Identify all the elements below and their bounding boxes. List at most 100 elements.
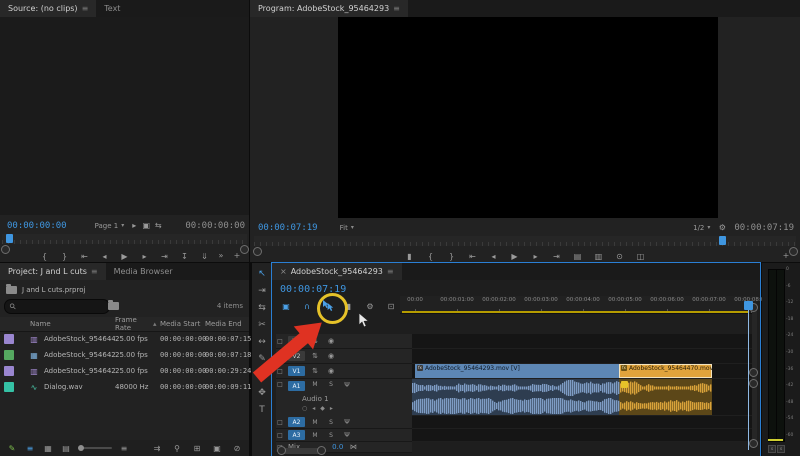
slip-tool[interactable]: ↔ [255, 337, 269, 347]
label-color-swatch[interactable] [4, 382, 14, 392]
panel-menu-icon[interactable]: ≡ [387, 267, 394, 276]
playback-resolution-select[interactable]: 1/2 [693, 224, 704, 232]
voiceover-record-icon[interactable]: Ψ [341, 431, 353, 439]
audio-meters-panel[interactable]: 0-6-12-18-24-30-36-42-48-54-60 s s [762, 263, 800, 456]
timeline-playhead[interactable] [744, 301, 753, 310]
tab-media-browser[interactable]: Media Browser [106, 263, 181, 280]
page-selector[interactable]: Page 1 [95, 222, 119, 230]
track-lock-icon[interactable]: □ [276, 338, 284, 345]
step-forward-button[interactable]: ▸ [530, 252, 542, 261]
track-badge[interactable]: A2 [288, 417, 305, 427]
label-color-swatch[interactable] [4, 350, 14, 360]
extract-button[interactable]: ▥ [593, 252, 605, 261]
lift-button[interactable]: ▤ [572, 252, 584, 261]
go-to-out-button[interactable]: ⇥ [551, 252, 563, 261]
chevron-down-icon[interactable]: ▾ [707, 224, 710, 231]
video-clip-2-selected[interactable]: fx AdobeStock_95464470.mov [V] [619, 364, 712, 378]
tab-program[interactable]: Program: AdobeStock_95464293 ≡ [250, 0, 408, 17]
zoom-slider-handle[interactable] [78, 445, 84, 451]
track-output-eye-icon[interactable]: ◉ [325, 337, 337, 345]
program-playhead[interactable] [719, 236, 726, 245]
label-color-swatch[interactable] [4, 334, 14, 344]
tab-project[interactable]: Project: J and L cuts ≡ [0, 263, 106, 280]
hscroll-handle-right[interactable] [317, 446, 326, 455]
mark-out-button[interactable]: } [59, 252, 71, 261]
tab-source[interactable]: Source: (no clips) ≡ [0, 0, 96, 17]
mute-button[interactable]: M [309, 381, 321, 388]
timeline-settings-wrench-button[interactable]: ⚙ [364, 302, 376, 311]
track-badge[interactable]: V1 [288, 366, 305, 376]
button-editor-add[interactable]: + [231, 251, 243, 260]
vscroll-handle-mid2[interactable] [749, 379, 758, 388]
source-ruler[interactable] [2, 234, 247, 244]
project-row[interactable]: ▥AdobeStock_95464293.mov25.00 fps00:00:0… [0, 363, 249, 379]
clear-button[interactable]: ⊘ [231, 444, 243, 453]
track-output-eye-icon[interactable]: ◉ [325, 352, 337, 360]
column-name[interactable]: Name [30, 320, 115, 328]
program-timecode-current[interactable]: 00:00:07:19 [258, 223, 318, 233]
chevron-down-icon[interactable]: ▾ [351, 224, 354, 231]
mute-button[interactable]: M [309, 432, 321, 439]
track-lock-icon[interactable]: □ [276, 419, 284, 426]
audio-clip-waveform-right[interactable] [412, 397, 712, 415]
add-marker-button[interactable]: ▮ [404, 252, 416, 261]
mark-out-button[interactable]: } [446, 252, 458, 261]
prev-keyframe-icon[interactable]: ◂ [312, 405, 315, 412]
audio-track-name[interactable]: Audio 1 [302, 395, 329, 403]
hscroll-handle-left[interactable] [277, 446, 286, 455]
voiceover-record-icon[interactable]: Ψ [341, 418, 353, 426]
track-output-eye-icon[interactable]: ◉ [325, 367, 337, 375]
column-frame-rate[interactable]: Frame Rate [115, 316, 153, 332]
mix-volume-value[interactable]: 0.0 [332, 443, 343, 451]
vscroll-handle-bottom[interactable] [749, 439, 758, 448]
project-row[interactable]: ▦AdobeStock_9546429325.00 fps00:00:00:00… [0, 347, 249, 363]
mute-button[interactable]: M [309, 419, 321, 426]
hand-tool[interactable]: ✥ [255, 388, 269, 398]
solo-button[interactable]: S [325, 432, 337, 439]
label-color-swatch[interactable] [4, 366, 14, 376]
keyframe-toggle-icon[interactable]: ○ [302, 405, 307, 412]
track-badge[interactable]: A1 [288, 381, 305, 391]
comparison-view-button[interactable]: ◫ [635, 252, 647, 261]
voiceover-record-icon[interactable]: Ψ [341, 381, 353, 389]
page-grid-icon[interactable]: ▣ [140, 221, 152, 230]
audio-clip-waveform-left[interactable] [412, 379, 712, 397]
type-tool[interactable]: T [255, 405, 269, 415]
play-button[interactable]: ▶ [119, 252, 131, 261]
solo-button[interactable]: S [325, 419, 337, 426]
captions-button[interactable]: ⊡ [385, 302, 397, 311]
zoom-level-select[interactable]: Fit [340, 224, 348, 232]
track-header-a1[interactable]: □ A1 M S Ψ [276, 379, 412, 418]
mark-in-button[interactable]: { [425, 252, 437, 261]
sync-lock-icon[interactable]: ⇅ [309, 352, 321, 360]
panel-menu-icon[interactable]: ≡ [393, 4, 400, 13]
project-row[interactable]: ▥AdobeStock_95464470.mov25.00 fps00:00:0… [0, 331, 249, 347]
meter-solo-ch2[interactable]: s [777, 445, 785, 453]
solo-button[interactable]: S [325, 381, 337, 388]
panel-menu-icon[interactable]: ≡ [82, 4, 89, 13]
mark-in-button[interactable]: { [39, 252, 51, 261]
next-keyframe-icon[interactable]: ▸ [330, 405, 333, 412]
project-row[interactable]: ∿Dialog.wav48000 Hz00:00:00:0000:00:09:1… [0, 379, 249, 395]
column-media-start[interactable]: Media Start [160, 320, 205, 328]
panel-menu-icon[interactable]: ≡ [91, 267, 98, 276]
zoom-slider[interactable] [78, 447, 112, 449]
step-back-button[interactable]: ◂ [99, 252, 111, 261]
step-back-button[interactable]: ◂ [488, 252, 500, 261]
razor-tool[interactable]: ✂ [255, 320, 269, 330]
track-select-forward-tool[interactable]: ⇥ [255, 286, 269, 296]
export-frame-button[interactable]: ⊙ [614, 252, 626, 261]
video-clip-1[interactable]: fx AdobeStock_95464293.mov [V] [415, 364, 619, 378]
go-to-in-button[interactable]: ⇤ [79, 252, 91, 261]
play-button[interactable]: ▶ [509, 252, 521, 261]
ripple-edit-tool[interactable]: ⇆ [255, 303, 269, 313]
snap-button[interactable]: ∩ [301, 302, 313, 311]
track-lock-icon[interactable]: □ [276, 381, 284, 388]
column-media-end[interactable]: Media End [205, 320, 248, 328]
overwrite-button[interactable]: ⇓ [199, 252, 211, 261]
pan-icon[interactable]: ⋈ [347, 443, 359, 451]
meter-solo-ch1[interactable]: s [768, 445, 776, 453]
track-header-v1[interactable]: □ V1 ⇅ ◉ [276, 364, 412, 379]
selection-tool[interactable]: ↖ [255, 269, 269, 279]
bin-navigation-icon[interactable] [108, 302, 119, 310]
